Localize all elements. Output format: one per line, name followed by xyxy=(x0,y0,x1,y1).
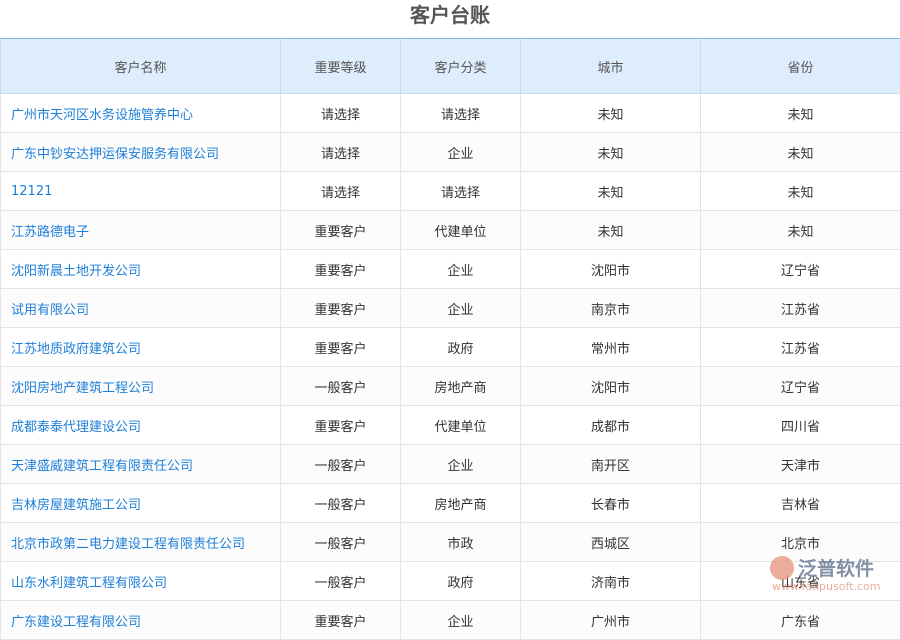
table-row: 广东建设工程有限公司重要客户企业广州市广东省 xyxy=(1,601,900,640)
table-row: 广州市天河区水务设施管养中心请选择请选择未知未知 xyxy=(1,94,900,133)
table-row: 江苏地质政府建筑公司重要客户政府常州市江苏省 xyxy=(1,328,900,367)
city-cell: 南京市 xyxy=(521,289,701,328)
watermark-logo: 泛普软件 www.fanpusoft.com xyxy=(770,554,890,594)
watermark-name: 泛普软件 xyxy=(798,554,874,581)
city-cell: 广州市 xyxy=(521,601,701,640)
table-row: 江苏路德电子重要客户代建单位未知未知 xyxy=(1,211,900,250)
logo-icon xyxy=(770,556,794,580)
customer-name-link[interactable]: 北京市政第二电力建设工程有限责任公司 xyxy=(1,523,281,562)
column-header-province: 省份 xyxy=(701,39,900,94)
category-cell: 政府 xyxy=(401,562,521,601)
province-cell: 未知 xyxy=(701,211,900,250)
category-cell: 企业 xyxy=(401,445,521,484)
table-row: 天津盛威建筑工程有限责任公司一般客户企业南开区天津市 xyxy=(1,445,900,484)
level-cell: 请选择 xyxy=(281,172,401,211)
province-cell: 吉林省 xyxy=(701,484,900,523)
table-row: 北京市政第二电力建设工程有限责任公司一般客户市政西城区北京市 xyxy=(1,523,900,562)
level-cell: 重要客户 xyxy=(281,289,401,328)
customer-name-link[interactable]: 沈阳新晨土地开发公司 xyxy=(1,250,281,289)
level-cell: 一般客户 xyxy=(281,367,401,406)
city-cell: 南开区 xyxy=(521,445,701,484)
customer-name-link[interactable]: 广州市天河区水务设施管养中心 xyxy=(1,94,281,133)
level-cell: 一般客户 xyxy=(281,562,401,601)
customer-name-link[interactable]: 广东中钞安达押运保安服务有限公司 xyxy=(1,133,281,172)
customer-name-link[interactable]: 江苏路德电子 xyxy=(1,211,281,250)
customer-table: 客户名称重要等级客户分类城市省份 广州市天河区水务设施管养中心请选择请选择未知未… xyxy=(0,38,900,640)
category-cell: 请选择 xyxy=(401,94,521,133)
customer-name-link[interactable]: 山东水利建筑工程有限公司 xyxy=(1,562,281,601)
city-cell: 成都市 xyxy=(521,406,701,445)
customer-name-link[interactable]: 江苏地质政府建筑公司 xyxy=(1,328,281,367)
table-row: 广东中钞安达押运保安服务有限公司请选择企业未知未知 xyxy=(1,133,900,172)
category-cell: 请选择 xyxy=(401,172,521,211)
province-cell: 辽宁省 xyxy=(701,250,900,289)
city-cell: 常州市 xyxy=(521,328,701,367)
city-cell: 未知 xyxy=(521,133,701,172)
customer-name-link[interactable]: 成都泰泰代理建设公司 xyxy=(1,406,281,445)
province-cell: 未知 xyxy=(701,172,900,211)
city-cell: 济南市 xyxy=(521,562,701,601)
table-row: 试用有限公司重要客户企业南京市江苏省 xyxy=(1,289,900,328)
level-cell: 重要客户 xyxy=(281,250,401,289)
column-header-name: 客户名称 xyxy=(1,39,281,94)
province-cell: 江苏省 xyxy=(701,328,900,367)
category-cell: 代建单位 xyxy=(401,406,521,445)
level-cell: 重要客户 xyxy=(281,601,401,640)
column-header-city: 城市 xyxy=(521,39,701,94)
city-cell: 未知 xyxy=(521,94,701,133)
customer-name-link[interactable]: 广东建设工程有限公司 xyxy=(1,601,281,640)
province-cell: 天津市 xyxy=(701,445,900,484)
province-cell: 广东省 xyxy=(701,601,900,640)
column-header-level: 重要等级 xyxy=(281,39,401,94)
table-row: 山东水利建筑工程有限公司一般客户政府济南市山东省 xyxy=(1,562,900,601)
customer-name-link[interactable]: 天津盛威建筑工程有限责任公司 xyxy=(1,445,281,484)
category-cell: 代建单位 xyxy=(401,211,521,250)
city-cell: 长春市 xyxy=(521,484,701,523)
province-cell: 四川省 xyxy=(701,406,900,445)
customer-name-link[interactable]: 试用有限公司 xyxy=(1,289,281,328)
table-row: 沈阳新晨土地开发公司重要客户企业沈阳市辽宁省 xyxy=(1,250,900,289)
table-row: 吉林房屋建筑施工公司一般客户房地产商长春市吉林省 xyxy=(1,484,900,523)
category-cell: 政府 xyxy=(401,328,521,367)
city-cell: 西城区 xyxy=(521,523,701,562)
city-cell: 未知 xyxy=(521,211,701,250)
customer-name-link[interactable]: 吉林房屋建筑施工公司 xyxy=(1,484,281,523)
column-header-category: 客户分类 xyxy=(401,39,521,94)
customer-name-link[interactable]: 12121 xyxy=(1,172,281,211)
province-cell: 未知 xyxy=(701,133,900,172)
level-cell: 一般客户 xyxy=(281,523,401,562)
level-cell: 请选择 xyxy=(281,94,401,133)
table-row: 成都泰泰代理建设公司重要客户代建单位成都市四川省 xyxy=(1,406,900,445)
province-cell: 江苏省 xyxy=(701,289,900,328)
category-cell: 企业 xyxy=(401,133,521,172)
category-cell: 房地产商 xyxy=(401,367,521,406)
category-cell: 企业 xyxy=(401,601,521,640)
level-cell: 一般客户 xyxy=(281,445,401,484)
watermark-url: www.fanpusoft.com xyxy=(772,580,880,593)
customer-name-link[interactable]: 沈阳房地产建筑工程公司 xyxy=(1,367,281,406)
page-title: 客户台账 xyxy=(0,0,900,30)
level-cell: 重要客户 xyxy=(281,328,401,367)
province-cell: 辽宁省 xyxy=(701,367,900,406)
level-cell: 重要客户 xyxy=(281,211,401,250)
city-cell: 沈阳市 xyxy=(521,250,701,289)
category-cell: 房地产商 xyxy=(401,484,521,523)
province-cell: 未知 xyxy=(701,94,900,133)
level-cell: 请选择 xyxy=(281,133,401,172)
level-cell: 一般客户 xyxy=(281,484,401,523)
category-cell: 企业 xyxy=(401,250,521,289)
level-cell: 重要客户 xyxy=(281,406,401,445)
table-row: 12121请选择请选择未知未知 xyxy=(1,172,900,211)
city-cell: 沈阳市 xyxy=(521,367,701,406)
category-cell: 市政 xyxy=(401,523,521,562)
category-cell: 企业 xyxy=(401,289,521,328)
table-row: 沈阳房地产建筑工程公司一般客户房地产商沈阳市辽宁省 xyxy=(1,367,900,406)
city-cell: 未知 xyxy=(521,172,701,211)
